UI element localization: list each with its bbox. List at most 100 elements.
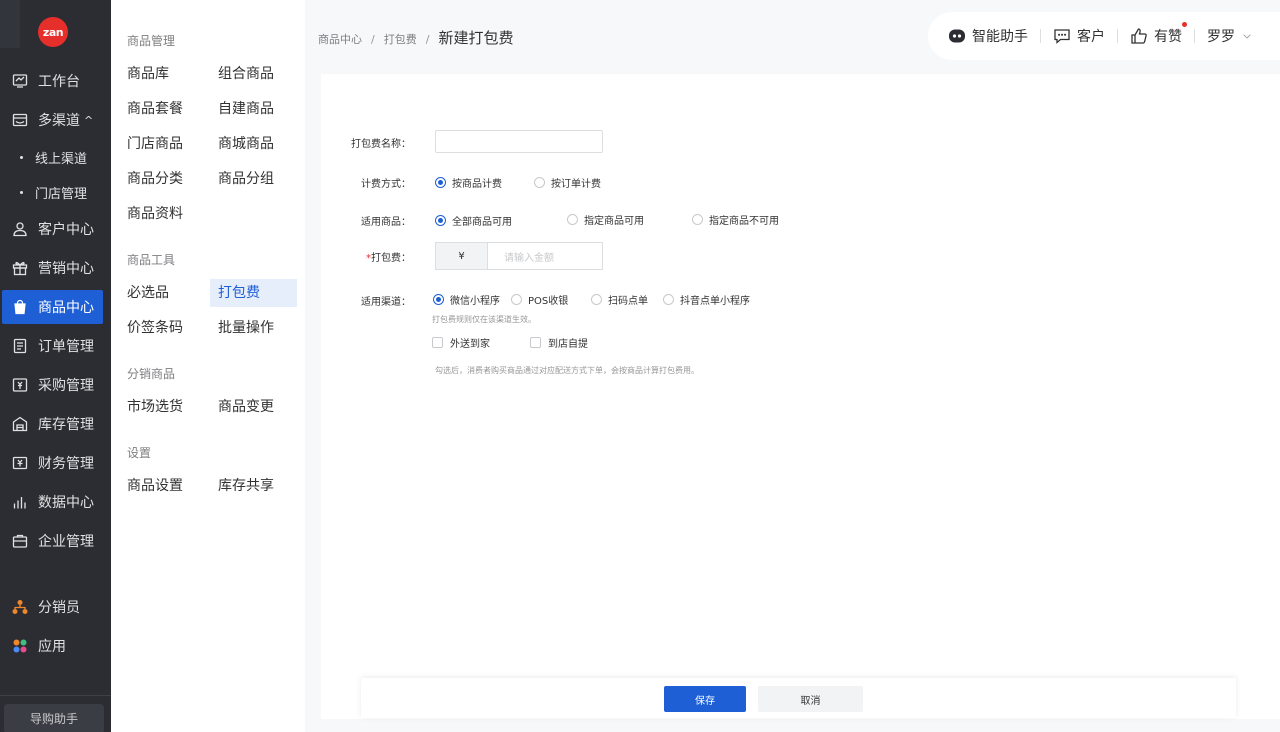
subnav-item-grouping[interactable]: 商品分组 <box>218 165 274 193</box>
rail-item-customer[interactable]: 客户中心 <box>2 212 103 246</box>
subnav-item-stock-share[interactable]: 库存共享 <box>218 472 274 500</box>
notification-dot <box>1182 22 1187 27</box>
youzan-button[interactable]: 有赞 <box>1130 22 1187 46</box>
channel-option-pos[interactable]: POS收银 <box>511 292 568 307</box>
form-card <box>321 74 1280 719</box>
gift-icon <box>12 260 28 276</box>
subnav-item-combo-goods[interactable]: 组合商品 <box>218 60 274 88</box>
rail-item-workbench[interactable]: 工作台 <box>2 64 103 98</box>
channel-label: 适用渠道： <box>361 297 411 308</box>
rail-item-label: 应用 <box>38 639 66 655</box>
delivery-option-pickup[interactable]: 到店自提 <box>530 335 588 350</box>
rail-item-data[interactable]: 数据中心 <box>2 485 103 519</box>
toolbar-divider <box>1194 29 1195 43</box>
rail-item-enterprise[interactable]: 企业管理 <box>2 524 103 558</box>
subnav-item-store-goods[interactable]: 门店商品 <box>127 130 183 158</box>
customer-button[interactable]: 客户 <box>1053 26 1105 46</box>
toolbar-divider <box>1040 29 1041 43</box>
subnav-item-goods-library[interactable]: 商品库 <box>127 60 169 88</box>
radio-circle <box>433 294 444 305</box>
robot-icon <box>949 29 965 43</box>
subnav-item-settings[interactable]: 商品设置 <box>127 472 183 500</box>
warehouse-icon <box>12 416 28 432</box>
username: 罗罗 <box>1207 29 1235 45</box>
fee-amount-input[interactable]: 请输入金额 <box>487 242 603 270</box>
billing-option-by-goods[interactable]: 按商品计费 <box>435 175 502 190</box>
subnav-item-price-tag[interactable]: 价签条码 <box>127 314 183 342</box>
radio-label: 全部商品可用 <box>452 217 512 228</box>
breadcrumb-link-goods-center[interactable]: 商品中心 <box>318 31 362 47</box>
rail-item-label: 数据中心 <box>38 495 94 511</box>
subnav-item-batch[interactable]: 批量操作 <box>218 314 274 342</box>
radio-circle <box>591 294 602 305</box>
radio-label: 抖音点单小程序 <box>680 296 750 307</box>
goods-option-all[interactable]: 全部商品可用 <box>435 213 512 228</box>
fee-label-text: 打包费： <box>371 253 411 264</box>
subnav-item-market[interactable]: 市场选货 <box>127 393 183 421</box>
top-toolbar: 智能助手 客户 有赞 罗罗 <box>928 12 1280 60</box>
subnav-item-self-built[interactable]: 自建商品 <box>218 95 274 123</box>
rail-item-goods[interactable]: 商品中心 <box>2 290 103 324</box>
delivery-hint: 勾选后，消费者购买商品通过对应配送方式下单，会按商品计算打包费用。 <box>435 366 699 375</box>
goods-option-specified[interactable]: 指定商品可用 <box>567 212 644 227</box>
channel-option-douyin[interactable]: 抖音点单小程序 <box>663 292 750 307</box>
breadcrumb: 商品中心 / 打包费 / 新建打包费 <box>318 27 513 48</box>
brand-logo[interactable]: zan <box>38 17 68 47</box>
store-icon <box>12 112 28 128</box>
secondary-nav: 商品管理 商品库 组合商品 商品套餐 自建商品 门店商品 商城商品 商品分类 商… <box>111 0 305 732</box>
rail-item-orders[interactable]: 订单管理 <box>2 329 103 363</box>
radio-label: 扫码点单 <box>608 296 648 307</box>
user-menu[interactable]: 罗罗 <box>1207 26 1259 46</box>
goods-option-excluded[interactable]: 指定商品不可用 <box>692 212 779 227</box>
subnav-item-package[interactable]: 商品套餐 <box>127 95 183 123</box>
radio-circle <box>567 214 578 225</box>
radio-circle <box>435 215 446 226</box>
rail-subitem-online[interactable]: 线上渠道 <box>20 145 87 169</box>
rail-item-label: 工作台 <box>38 74 80 90</box>
radio-label: POS收银 <box>528 296 569 307</box>
rail-item-label: 财务管理 <box>38 456 94 472</box>
chevron-down-icon <box>1243 34 1251 39</box>
user-icon <box>12 221 28 237</box>
subnav-group-title: 分销商品 <box>127 367 176 381</box>
rail-item-inventory[interactable]: 库存管理 <box>2 407 103 441</box>
finance-icon <box>12 455 28 471</box>
subnav-item-mall-goods[interactable]: 商城商品 <box>218 130 274 158</box>
chevron-up-icon: ^ <box>84 113 94 127</box>
rail-item-marketing[interactable]: 营销中心 <box>2 251 103 285</box>
subnav-group-title: 商品管理 <box>127 34 176 48</box>
subnav-item-materials[interactable]: 商品资料 <box>127 200 183 228</box>
rail-item-multichannel[interactable]: 多渠道 ^ <box>2 103 103 137</box>
subnav-item-packing-fee[interactable]: 打包费 <box>210 279 297 307</box>
cancel-button[interactable]: 取消 <box>758 686 863 712</box>
checkbox-label: 外送到家 <box>450 339 490 350</box>
main-sidebar: zan 工作台 多渠道 ^ 线上渠道 门店管理 客户中心 营销中心 商品中心 订… <box>0 0 111 732</box>
radio-label: 指定商品不可用 <box>709 216 779 227</box>
page-title: 新建打包费 <box>438 29 514 47</box>
rail-item-apps[interactable]: 应用 <box>2 629 103 663</box>
rail-subitem-store[interactable]: 门店管理 <box>20 180 87 204</box>
rail-decoration <box>0 0 20 48</box>
rail-item-label: 企业管理 <box>38 534 94 550</box>
fee-name-input[interactable] <box>435 130 603 153</box>
rail-item-purchase[interactable]: 采购管理 <box>2 368 103 402</box>
rail-item-finance[interactable]: 财务管理 <box>2 446 103 480</box>
channel-option-scan[interactable]: 扫码点单 <box>591 292 648 307</box>
delivery-option-home[interactable]: 外送到家 <box>432 335 490 350</box>
subnav-item-required[interactable]: 必选品 <box>127 279 169 307</box>
subnav-item-changes[interactable]: 商品变更 <box>218 393 274 421</box>
channel-option-wechat[interactable]: 微信小程序 <box>433 292 500 307</box>
rail-subitem-label: 线上渠道 <box>35 151 88 167</box>
rail-item-distributor[interactable]: 分销员 <box>2 590 103 624</box>
shopping-guide-button[interactable]: 导购助手 <box>4 704 104 732</box>
rail-item-label: 订单管理 <box>38 339 94 355</box>
rail-item-label: 采购管理 <box>38 378 94 394</box>
save-button[interactable]: 保存 <box>664 686 746 712</box>
breadcrumb-link-packing-fee[interactable]: 打包费 <box>384 31 417 47</box>
assistant-button[interactable]: 智能助手 <box>948 26 1028 46</box>
subnav-group-title: 设置 <box>127 446 152 460</box>
rail-item-label: 多渠道 <box>38 113 80 129</box>
subnav-item-category[interactable]: 商品分类 <box>127 165 183 193</box>
fee-label: *打包费： <box>321 249 411 264</box>
billing-option-by-order[interactable]: 按订单计费 <box>534 175 601 190</box>
